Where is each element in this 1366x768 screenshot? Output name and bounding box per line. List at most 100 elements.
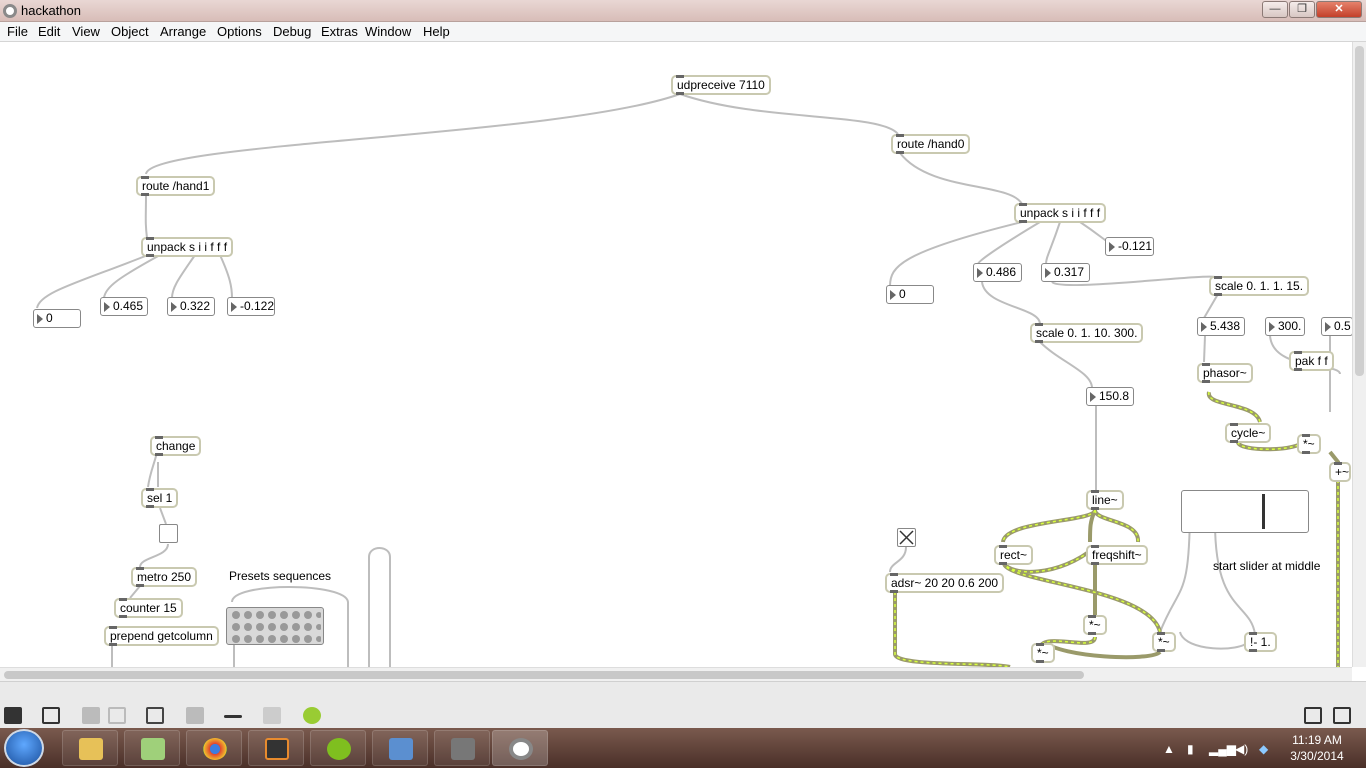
window-title: hackathon xyxy=(21,3,81,18)
sel-object[interactable]: sel 1 xyxy=(141,488,179,508)
patcher-canvas[interactable]: udpreceive 7110 route /hand1 route /hand… xyxy=(0,42,1352,667)
scale-b-object[interactable]: scale 0. 1. 10. 300. xyxy=(1030,323,1144,343)
counter-object[interactable]: counter 15 xyxy=(114,598,183,618)
number-box-left-0[interactable]: 0 xyxy=(33,309,81,328)
number-right-3-value: -0.121 xyxy=(1118,239,1153,253)
multiply-d-object[interactable]: *~ xyxy=(1031,643,1055,663)
lock-icon[interactable] xyxy=(4,707,22,724)
horizontal-scrollbar[interactable] xyxy=(0,667,1352,681)
plus-signal-object[interactable]: +~ xyxy=(1329,462,1351,482)
debug-icon[interactable] xyxy=(146,707,164,724)
menu-options[interactable]: Options xyxy=(217,24,262,39)
route-hand1-object[interactable]: route /hand1 xyxy=(136,176,216,196)
presentation-icon[interactable] xyxy=(42,707,60,724)
system-clock[interactable]: 11:19 AM 3/30/2014 xyxy=(1285,732,1349,764)
udpreceive-object[interactable]: udpreceive 7110 xyxy=(671,75,771,95)
adsr-object[interactable]: adsr~ 20 20 0.6 200 xyxy=(885,573,1005,593)
unpack-left-object[interactable]: unpack s i i f f f xyxy=(141,237,234,257)
rect-signal-object[interactable]: rect~ xyxy=(994,545,1034,565)
sidebar-right-icon[interactable] xyxy=(1333,707,1351,724)
taskbar-network[interactable] xyxy=(372,730,428,766)
number-box-left-1[interactable]: 0.465 xyxy=(100,297,148,316)
taskbar-explorer[interactable] xyxy=(62,730,118,766)
multiply-b-object[interactable]: *~ xyxy=(1083,615,1107,635)
number-box-left-3[interactable]: -0.122 xyxy=(227,297,275,316)
taskbar-max[interactable] xyxy=(492,730,548,766)
slider-knob[interactable] xyxy=(1261,494,1265,529)
audio-on-icon[interactable] xyxy=(303,707,321,724)
battery-icon[interactable]: ▮ xyxy=(1187,742,1194,756)
taskbar-notes[interactable] xyxy=(124,730,180,766)
taskbar-chrome[interactable] xyxy=(186,730,242,766)
show-hidden-icons[interactable]: ▲ xyxy=(1163,742,1175,756)
phasor-text: phasor~ xyxy=(1203,366,1247,380)
menu-window[interactable]: Window xyxy=(365,24,411,39)
number-box-0-5[interactable]: 0.5 xyxy=(1321,317,1352,336)
grid-icon[interactable] xyxy=(263,707,281,724)
dropbox-icon[interactable]: ◆ xyxy=(1259,742,1268,756)
menu-arrange[interactable]: Arrange xyxy=(160,24,206,39)
clock-date: 3/30/2014 xyxy=(1290,749,1344,763)
multiply-c-object[interactable]: *~ xyxy=(1152,632,1176,652)
folder-icon xyxy=(79,738,103,760)
menu-help[interactable]: Help xyxy=(423,24,450,39)
minimize-button[interactable]: — xyxy=(1262,1,1288,18)
freqshift-object[interactable]: freqshift~ xyxy=(1086,545,1148,565)
volume-icon[interactable]: ◀) xyxy=(1235,742,1248,756)
signal-icon[interactable]: ▂▄▆ xyxy=(1209,742,1236,756)
change-object[interactable]: change xyxy=(150,436,202,456)
menu-extras[interactable]: Extras xyxy=(321,24,358,39)
vertical-scroll-thumb[interactable] xyxy=(1355,46,1364,376)
sticky-notes-icon xyxy=(141,738,165,760)
max-app-icon xyxy=(3,4,17,18)
menu-edit[interactable]: Edit xyxy=(38,24,60,39)
prepend-object[interactable]: prepend getcolumn xyxy=(104,626,219,646)
clear-icon[interactable] xyxy=(108,707,126,724)
taskbar-sublime[interactable] xyxy=(248,730,304,766)
menu-object[interactable]: Object xyxy=(111,24,149,39)
metro-object[interactable]: metro 250 xyxy=(131,567,198,587)
connect-icon[interactable] xyxy=(224,715,242,718)
clock-time: 11:19 AM xyxy=(1292,733,1342,747)
maximize-button[interactable]: ❐ xyxy=(1289,1,1315,18)
menu-file[interactable]: File xyxy=(7,24,28,39)
close-button[interactable]: ✕ xyxy=(1316,1,1362,18)
number-box-right-1[interactable]: 0.486 xyxy=(973,263,1022,282)
number-left-1-value: 0.465 xyxy=(113,299,144,313)
multiply-a-object[interactable]: *~ xyxy=(1297,434,1321,454)
start-button[interactable] xyxy=(4,729,44,767)
udpreceive-text: udpreceive 7110 xyxy=(677,78,765,92)
cycle-text: cycle~ xyxy=(1231,426,1266,440)
number-box-300[interactable]: 300. xyxy=(1265,317,1305,336)
number-box-left-2[interactable]: 0.322 xyxy=(167,297,215,316)
toggle-check-icon xyxy=(899,530,914,545)
patch-cords xyxy=(36,93,1341,667)
multiply-b-text: *~ xyxy=(1089,618,1101,632)
route-hand0-object[interactable]: route /hand0 xyxy=(891,134,971,154)
unpack-right-object[interactable]: unpack s i i f f f xyxy=(1014,203,1107,223)
taskbar-app[interactable] xyxy=(434,730,490,766)
taskbar-spotify[interactable] xyxy=(310,730,366,766)
number-box-right-3[interactable]: -0.121 xyxy=(1105,237,1154,256)
number-box-right-2[interactable]: 0.317 xyxy=(1041,263,1090,282)
cycle-object[interactable]: cycle~ xyxy=(1225,423,1272,443)
scale-a-object[interactable]: scale 0. 1. 1. 15. xyxy=(1209,276,1310,296)
vertical-scrollbar[interactable] xyxy=(1352,42,1366,667)
line-signal-object[interactable]: line~ xyxy=(1086,490,1124,510)
menu-debug[interactable]: Debug xyxy=(273,24,311,39)
pak-object[interactable]: pak f f xyxy=(1289,351,1334,371)
number-box-right-0[interactable]: 0 xyxy=(886,285,934,304)
phasor-object[interactable]: phasor~ xyxy=(1197,363,1253,383)
menu-view[interactable]: View xyxy=(72,24,100,39)
patch-cords-icon[interactable] xyxy=(82,707,100,724)
toggle-x[interactable] xyxy=(897,528,916,547)
bang-toggle[interactable] xyxy=(159,524,178,543)
sidebar-left-icon[interactable] xyxy=(1304,707,1322,724)
preset-grid[interactable] xyxy=(226,607,324,645)
number-box-scale-a-out[interactable]: 5.438 xyxy=(1197,317,1245,336)
horizontal-scroll-thumb[interactable] xyxy=(4,671,1084,679)
horizontal-slider[interactable] xyxy=(1181,490,1309,533)
info-icon[interactable] xyxy=(186,707,204,724)
number-box-scale-b-out[interactable]: 150.8 xyxy=(1086,387,1134,406)
reverse-minus-object[interactable]: !- 1. xyxy=(1244,632,1277,652)
